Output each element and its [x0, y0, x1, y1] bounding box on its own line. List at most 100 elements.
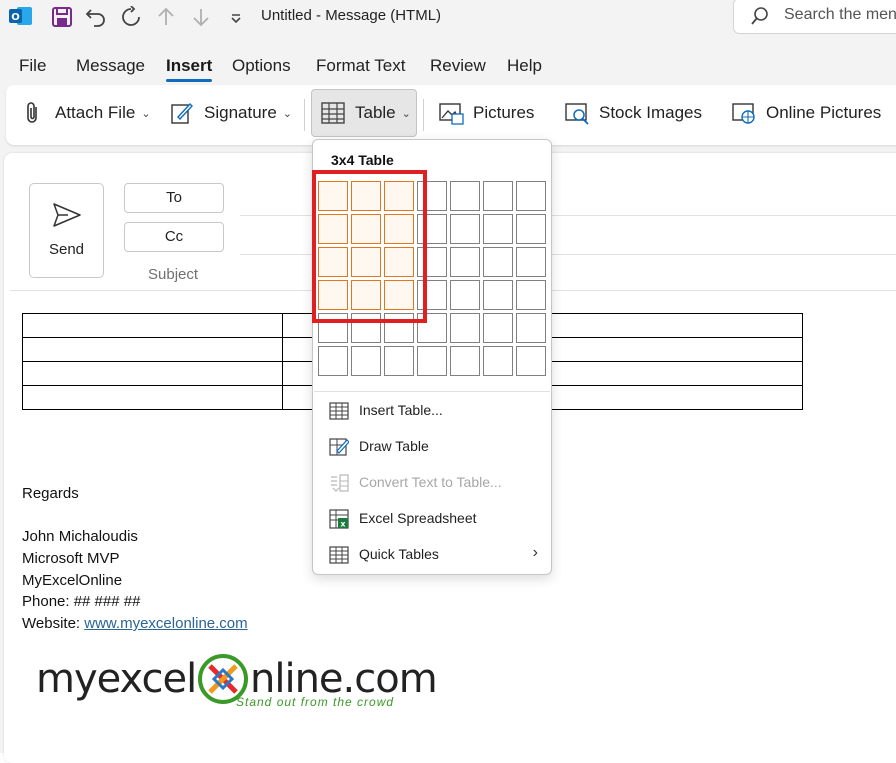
- table-label: Table: [355, 103, 396, 122]
- table-grid-cell[interactable]: [450, 346, 480, 376]
- signature-icon: [169, 100, 195, 126]
- tab-review[interactable]: Review: [430, 56, 486, 76]
- table-grid-cell[interactable]: [483, 313, 513, 343]
- table-grid-cell[interactable]: [516, 181, 546, 211]
- tab-help[interactable]: Help: [507, 56, 542, 76]
- tab-format-text[interactable]: Format Text: [316, 56, 405, 76]
- chevron-down-icon: ⌄: [141, 107, 151, 120]
- table-grid-cell[interactable]: [483, 280, 513, 310]
- table-cell[interactable]: [22, 313, 283, 338]
- table-cell[interactable]: [542, 313, 803, 338]
- website-label: Website:: [22, 615, 85, 632]
- to-button[interactable]: To: [124, 183, 224, 213]
- signature-name: John Michaloudis: [22, 528, 138, 545]
- pictures-button[interactable]: Pictures: [438, 89, 534, 137]
- table-grid-cell[interactable]: [516, 280, 546, 310]
- undo-icon[interactable]: [83, 4, 109, 30]
- table-cell[interactable]: [542, 385, 803, 410]
- table-button[interactable]: Table ⌄: [311, 89, 417, 137]
- stock-images-icon: [564, 100, 590, 126]
- redo-icon[interactable]: [118, 4, 144, 30]
- online-pictures-icon: [731, 100, 757, 126]
- signature-label: Signature: [204, 103, 277, 122]
- quick-tables-label: Quick Tables: [359, 546, 439, 562]
- table-grid-cell[interactable]: [483, 181, 513, 211]
- signature-phone: Phone: ## ### ##: [22, 593, 141, 610]
- draw-table-item[interactable]: Draw Table: [314, 429, 550, 465]
- table-grid-cell[interactable]: [450, 181, 480, 211]
- table-grid-cell[interactable]: [516, 214, 546, 244]
- table-grid-cell[interactable]: [450, 247, 480, 277]
- logo-text-left: myexcel: [36, 656, 197, 702]
- search-placeholder: Search the menus: [784, 6, 896, 23]
- chevron-down-icon: ⌄: [282, 107, 292, 120]
- table-grid-cell[interactable]: [483, 214, 513, 244]
- signature-button[interactable]: Signature ⌄: [169, 89, 292, 137]
- tab-file[interactable]: File: [19, 56, 46, 76]
- quick-tables-item[interactable]: Quick Tables ›: [314, 537, 550, 573]
- menu-bar: File Message Insert Options Format Text …: [0, 36, 896, 82]
- save-icon[interactable]: [49, 4, 75, 30]
- ribbon-separator: [423, 99, 424, 131]
- pictures-icon: [438, 100, 464, 126]
- table-grid-cell[interactable]: [516, 247, 546, 277]
- table-cell[interactable]: [542, 361, 803, 386]
- outlook-logo-icon: O: [9, 5, 33, 27]
- table-grid-cell[interactable]: [351, 346, 381, 376]
- table-cell[interactable]: [22, 385, 283, 410]
- search-box[interactable]: Search the menus: [733, 0, 896, 34]
- website-link[interactable]: www.myexcelonline.com: [84, 615, 247, 632]
- send-icon: [53, 203, 81, 227]
- table-dropdown-menu: 3x4 Table Insert Table... Draw Table Con…: [312, 139, 552, 575]
- signature-regards: Regards: [22, 485, 79, 502]
- table-grid-cell[interactable]: [516, 346, 546, 376]
- tab-options[interactable]: Options: [232, 56, 291, 76]
- send-label: Send: [48, 241, 85, 258]
- quick-tables-icon: [329, 546, 349, 564]
- chevron-right-icon: ›: [532, 544, 538, 561]
- attach-file-label: Attach File: [55, 103, 136, 122]
- table-grid-cell[interactable]: [450, 280, 480, 310]
- signature-company: MyExcelOnline: [22, 572, 123, 589]
- signature-website: Website: www.myexcelonline.com: [22, 615, 248, 632]
- send-button[interactable]: Send: [29, 183, 104, 278]
- cc-button[interactable]: Cc: [124, 222, 224, 252]
- convert-text-to-table-item[interactable]: Convert Text to Table...: [314, 465, 550, 501]
- ribbon-separator: [304, 99, 305, 131]
- insert-table-icon: [329, 402, 349, 420]
- online-pictures-label: Online Pictures: [766, 103, 882, 122]
- ribbon: Attach File ⌄ Signature ⌄ Table ⌄ Pictur…: [6, 85, 896, 145]
- table-cell[interactable]: [22, 361, 283, 386]
- table-grid-cell[interactable]: [417, 346, 447, 376]
- table-cell[interactable]: [22, 337, 283, 362]
- tab-message[interactable]: Message: [76, 56, 145, 76]
- table-cell[interactable]: [542, 337, 803, 362]
- table-grid-cell[interactable]: [516, 313, 546, 343]
- stock-images-label: Stock Images: [599, 103, 702, 122]
- insert-table-item[interactable]: Insert Table...: [314, 393, 550, 429]
- svg-text:O: O: [11, 12, 20, 23]
- customize-dropdown-icon[interactable]: [223, 4, 249, 30]
- window-title: Untitled - Message (HTML): [261, 7, 442, 24]
- table-grid-cell[interactable]: [450, 313, 480, 343]
- excel-icon: x: [329, 509, 349, 529]
- table-grid-cell[interactable]: [483, 346, 513, 376]
- convert-text-icon: [331, 474, 349, 492]
- online-pictures-button[interactable]: Online Pictures: [731, 89, 881, 137]
- table-grid-cell[interactable]: [450, 214, 480, 244]
- excel-spreadsheet-item[interactable]: x Excel Spreadsheet: [314, 501, 550, 537]
- insert-table-label: Insert Table...: [359, 402, 443, 418]
- stock-images-button[interactable]: Stock Images: [564, 89, 702, 137]
- down-arrow-icon[interactable]: [188, 4, 214, 30]
- attach-file-button[interactable]: Attach File ⌄: [20, 89, 151, 137]
- draw-table-label: Draw Table: [359, 438, 429, 454]
- title-bar: O Untitled - Message (HTML) Search the m…: [0, 0, 896, 36]
- up-arrow-icon[interactable]: [153, 4, 179, 30]
- tab-insert[interactable]: Insert: [166, 56, 213, 82]
- table-grid-cell[interactable]: [318, 346, 348, 376]
- subject-label: Subject: [148, 266, 199, 283]
- svg-text:x: x: [340, 520, 346, 529]
- table-grid-cell[interactable]: [384, 346, 414, 376]
- table-grid-cell[interactable]: [483, 247, 513, 277]
- logo-tagline: Stand out from the crowd: [236, 695, 395, 709]
